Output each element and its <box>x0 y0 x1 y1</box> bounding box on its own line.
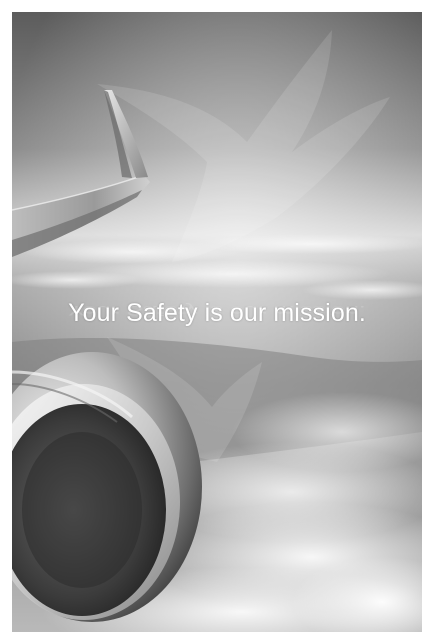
slogan-reflection: Your Safety is our mission. <box>68 302 366 318</box>
poster-scene: Your Safety is our mission. Your Safety … <box>12 12 422 632</box>
